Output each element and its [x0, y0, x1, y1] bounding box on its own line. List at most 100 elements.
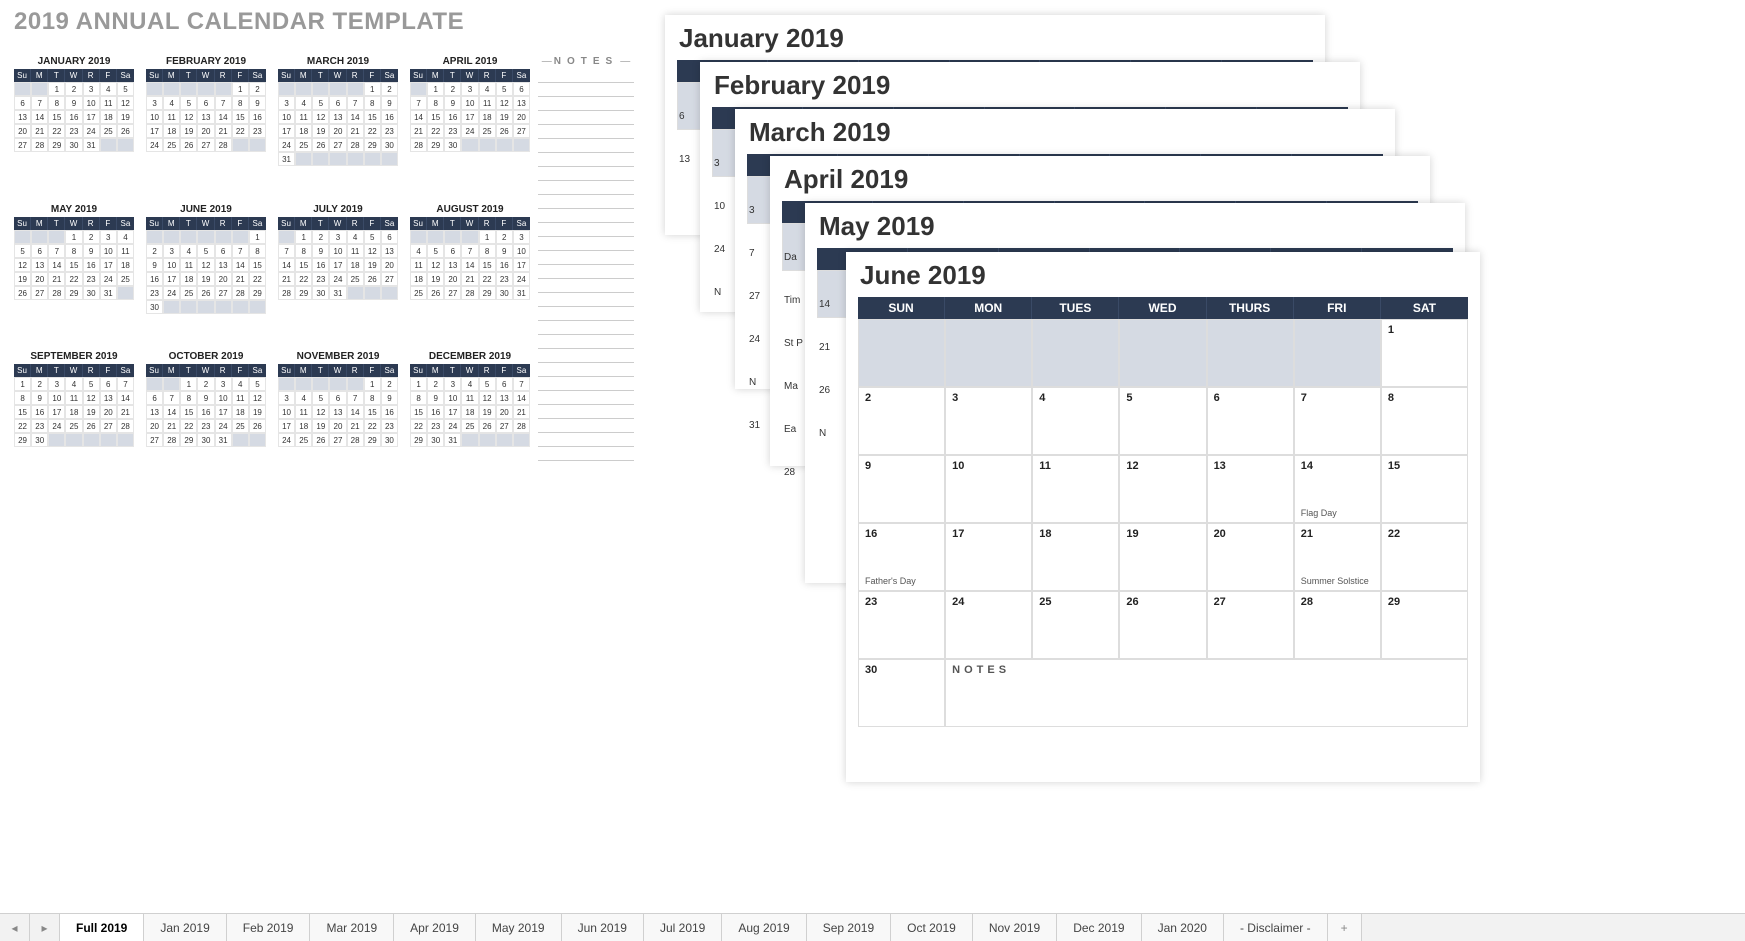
mini-day-cell: 4 — [461, 377, 478, 391]
sheet-day-cell[interactable]: 9 — [858, 455, 945, 523]
mini-day-cell: 18 — [461, 405, 478, 419]
mini-day-cell: 14 — [347, 110, 364, 124]
sheet-day-cell[interactable]: 23 — [858, 591, 945, 659]
notes-line[interactable] — [538, 349, 634, 363]
notes-line[interactable] — [538, 83, 634, 97]
sheet-day-cell[interactable]: 18 — [1032, 523, 1119, 591]
sheet-day-cell[interactable]: 12 — [1119, 455, 1206, 523]
mini-day-header: W — [329, 69, 346, 82]
sheet-tab[interactable]: Feb 2019 — [227, 914, 311, 941]
sheet-day-cell[interactable]: 27 — [1207, 591, 1294, 659]
mini-day-cell: 22 — [364, 419, 381, 433]
sheet-day-cell[interactable]: 17 — [945, 523, 1032, 591]
mini-day-cell: 15 — [410, 405, 427, 419]
sheet-day-cell[interactable]: 25 — [1032, 591, 1119, 659]
notes-line[interactable] — [538, 363, 634, 377]
sheet-day-cell[interactable]: 7 — [1294, 387, 1381, 455]
sheet-day-cell[interactable]: 8 — [1381, 387, 1468, 455]
notes-line[interactable] — [538, 251, 634, 265]
mini-month-title: AUGUST 2019 — [410, 204, 530, 215]
sheet-tab[interactable]: Sep 2019 — [807, 914, 891, 941]
notes-line[interactable] — [538, 111, 634, 125]
mini-day-cell: 21 — [48, 272, 65, 286]
notes-line[interactable] — [538, 377, 634, 391]
notes-line[interactable] — [538, 139, 634, 153]
notes-line[interactable] — [538, 419, 634, 433]
mini-day-cell: 27 — [197, 138, 214, 152]
sheet-day-cell[interactable]: 2 — [858, 387, 945, 455]
notes-line[interactable] — [538, 293, 634, 307]
sheet-tab[interactable]: Apr 2019 — [394, 914, 476, 941]
sheet-tab[interactable]: Jan 2020 — [1142, 914, 1224, 941]
sheet-day-cell[interactable]: 4 — [1032, 387, 1119, 455]
notes-line[interactable] — [538, 265, 634, 279]
sheet-day-cell[interactable]: 6 — [1207, 387, 1294, 455]
sheet-day-cell[interactable]: 24 — [945, 591, 1032, 659]
sheet-tab[interactable]: Nov 2019 — [973, 914, 1057, 941]
sheet-day-cell[interactable]: 1 — [1381, 319, 1468, 387]
notes-line[interactable] — [538, 279, 634, 293]
sheet-tab[interactable]: Jul 2019 — [644, 914, 722, 941]
notes-line[interactable] — [538, 97, 634, 111]
add-sheet-button[interactable]: + — [1328, 914, 1362, 941]
sheet-day-cell[interactable]: 3 — [945, 387, 1032, 455]
mini-day-cell: 10 — [278, 110, 295, 124]
sheet-tab[interactable]: Full 2019 — [60, 914, 144, 941]
tab-scroll-prev[interactable]: ◂ — [0, 914, 30, 941]
notes-line[interactable] — [538, 209, 634, 223]
notes-line[interactable] — [538, 391, 634, 405]
notes-line[interactable] — [538, 405, 634, 419]
sheet-day-cell[interactable]: 30 — [858, 659, 945, 727]
mini-day-header: M — [163, 364, 180, 377]
sheet-day-cell[interactable]: 28 — [1294, 591, 1381, 659]
mini-day-cell — [364, 152, 381, 166]
notes-line[interactable] — [538, 167, 634, 181]
sheet-day-cell[interactable]: 22 — [1381, 523, 1468, 591]
sheet-tab[interactable]: Jun 2019 — [562, 914, 644, 941]
mini-day-cell: 5 — [479, 377, 496, 391]
sheet-day-cell[interactable]: 29 — [1381, 591, 1468, 659]
sheet-day-cell[interactable]: NOTES — [945, 659, 1468, 727]
notes-line[interactable] — [538, 195, 634, 209]
sheet-day-cell[interactable] — [1032, 319, 1119, 387]
notes-line[interactable] — [538, 223, 634, 237]
notes-line[interactable] — [538, 433, 634, 447]
notes-line[interactable] — [538, 125, 634, 139]
sheet-day-cell[interactable]: 15 — [1381, 455, 1468, 523]
sheet-day-cell[interactable]: 14Flag Day — [1294, 455, 1381, 523]
mini-day-cell — [14, 230, 31, 244]
sheet-day-cell[interactable]: 5 — [1119, 387, 1206, 455]
sheet-day-cell[interactable] — [1207, 319, 1294, 387]
sheet-day-cell[interactable]: 13 — [1207, 455, 1294, 523]
notes-line[interactable] — [538, 181, 634, 195]
sheet-tab[interactable]: Jan 2019 — [144, 914, 226, 941]
sheet-tab[interactable]: Aug 2019 — [722, 914, 806, 941]
sheet-day-cell[interactable]: 20 — [1207, 523, 1294, 591]
sheet-day-cell[interactable] — [945, 319, 1032, 387]
sheet-day-cell[interactable] — [1294, 319, 1381, 387]
sheet-day-cell[interactable] — [1119, 319, 1206, 387]
notes-line[interactable] — [538, 335, 634, 349]
notes-line[interactable] — [538, 69, 634, 83]
sheet-day-cell[interactable]: 11 — [1032, 455, 1119, 523]
sheet-day-cell[interactable]: 21Summer Solstice — [1294, 523, 1381, 591]
sheet-day-cell[interactable] — [858, 319, 945, 387]
sheet-tab[interactable]: Mar 2019 — [310, 914, 394, 941]
sheet-tab[interactable]: Dec 2019 — [1057, 914, 1141, 941]
notes-line[interactable] — [538, 307, 634, 321]
notes-line[interactable] — [538, 447, 634, 461]
notes-line[interactable] — [538, 321, 634, 335]
sheet-day-cell[interactable]: 16Father's Day — [858, 523, 945, 591]
sheet-tab[interactable]: May 2019 — [476, 914, 562, 941]
notes-line[interactable] — [538, 153, 634, 167]
sheet-day-cell[interactable]: 26 — [1119, 591, 1206, 659]
sheet-day-cell[interactable]: 10 — [945, 455, 1032, 523]
notes-line[interactable] — [538, 237, 634, 251]
mini-day-cell: 23 — [65, 124, 82, 138]
sheet-tab[interactable]: Oct 2019 — [891, 914, 973, 941]
peek-text: 14 — [819, 299, 830, 310]
mini-day-cell: 27 — [444, 286, 461, 300]
sheet-tab[interactable]: - Disclaimer - — [1224, 914, 1328, 941]
tab-scroll-next[interactable]: ▸ — [30, 914, 60, 941]
sheet-day-cell[interactable]: 19 — [1119, 523, 1206, 591]
